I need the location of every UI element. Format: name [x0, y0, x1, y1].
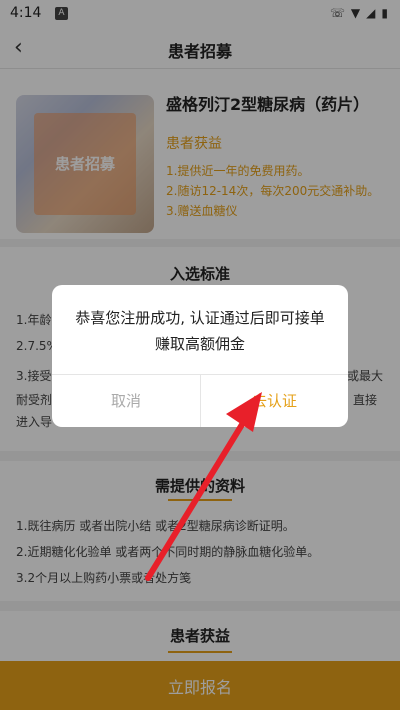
cancel-button[interactable]: 取消 [52, 374, 200, 427]
verify-button[interactable]: 去认证 [201, 374, 348, 427]
success-dialog: 恭喜您注册成功, 认证通过后即可接单赚取高额佣金 取消 去认证 [52, 285, 348, 427]
dialog-message: 恭喜您注册成功, 认证通过后即可接单赚取高额佣金 [75, 309, 325, 353]
